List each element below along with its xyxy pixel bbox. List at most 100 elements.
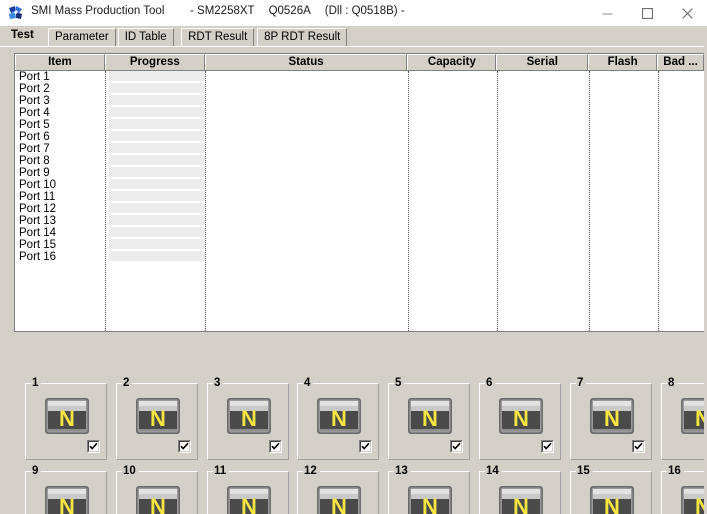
table-row[interactable]: Port 5 (15, 119, 704, 131)
table-row[interactable]: Port 11 (15, 191, 704, 203)
tab-label: Test (11, 29, 34, 41)
column-header-serial[interactable]: Serial (496, 54, 589, 70)
svg-text:N: N (150, 494, 166, 514)
row-item-label: Port 12 (19, 203, 57, 215)
device-panel[interactable]: 16 N (661, 465, 707, 514)
table-row[interactable]: Port 13 (15, 215, 704, 227)
table-row[interactable]: Port 9 (15, 167, 704, 179)
device-panel[interactable]: 11 N (207, 465, 289, 514)
column-header-bad[interactable]: Bad ... (657, 54, 704, 70)
column-header-item[interactable]: Item (15, 54, 105, 70)
row-progress-bar (109, 239, 205, 250)
device-panel-grid: 1 N 2 N 3 N 4 N 5 N 6 N 7 N 8 N 9 N 10 N 11 N 12 N 13 N 14 N 15 N 16 N (0, 336, 707, 514)
device-enable-checkbox[interactable] (450, 440, 463, 453)
tab-8p-rdt-result[interactable]: 8P RDT Result (257, 28, 348, 46)
tab-id-table[interactable]: ID Table (117, 28, 174, 46)
table-row[interactable]: Port 4 (15, 107, 704, 119)
svg-text:N: N (422, 406, 438, 431)
device-number-label: 14 (485, 465, 502, 477)
row-item-label: Port 15 (19, 239, 57, 251)
device-panel[interactable]: 3N (207, 377, 289, 460)
usb-drive-n-icon: N (44, 397, 90, 435)
subtitle-part-version: Q0526A (268, 5, 311, 17)
row-progress-bar (109, 251, 205, 262)
device-panel[interactable]: 6N (479, 377, 561, 460)
device-number-label: 12 (303, 465, 320, 477)
device-panel[interactable]: 5N (388, 377, 470, 460)
column-header-flash[interactable]: Flash (588, 54, 658, 70)
column-header-label: Serial (526, 56, 558, 68)
column-header-capacity[interactable]: Capacity (407, 54, 497, 70)
device-panel[interactable]: 10 N (116, 465, 198, 514)
device-panel[interactable]: 9N (25, 465, 107, 514)
device-panel[interactable]: 13 N (388, 465, 470, 514)
subtitle-part-dll: (Dll : Q0518B) - (324, 5, 405, 17)
row-item-label: Port 2 (19, 83, 50, 95)
table-row[interactable]: Port 3 (15, 95, 704, 107)
table-row[interactable]: Port 14 (15, 227, 704, 239)
row-item-label: Port 3 (19, 95, 50, 107)
row-progress-bar (109, 143, 205, 154)
maximize-button[interactable] (627, 0, 667, 26)
device-panel[interactable]: 12 N (297, 465, 379, 514)
port-list-view[interactable]: Item Progress Status Capacity Serial Flash Bad… (14, 53, 704, 332)
device-panel[interactable]: 1N (25, 377, 107, 460)
usb-drive-n-icon: N (589, 485, 635, 514)
usb-drive-n-icon: N (589, 397, 635, 435)
row-progress-bar (109, 83, 205, 94)
usb-drive-n-icon: N (680, 397, 707, 435)
device-number-label: 16 (667, 465, 684, 477)
table-row[interactable]: Port 6 (15, 131, 704, 143)
usb-drive-n-icon: N (407, 397, 453, 435)
column-header-progress[interactable]: Progress (104, 54, 205, 70)
tab-test[interactable]: Test (4, 26, 43, 46)
row-item-label: Port 11 (19, 191, 56, 203)
subtitle-part-chip: - SM2258XT (190, 5, 255, 17)
table-row[interactable]: Port 1 (15, 71, 704, 83)
minimize-icon (602, 8, 613, 19)
minimize-button[interactable] (587, 0, 627, 26)
device-enable-checkbox[interactable] (269, 440, 282, 453)
app-logo-icon (8, 5, 24, 21)
row-progress-bar (109, 167, 205, 178)
table-row[interactable]: Port 7 (15, 143, 704, 155)
row-item-label: Port 9 (19, 167, 50, 179)
svg-text:N: N (59, 494, 75, 514)
svg-text:N: N (150, 406, 166, 431)
device-enable-checkbox[interactable] (359, 440, 372, 453)
device-panel[interactable]: 14 N (479, 465, 561, 514)
device-panel[interactable]: 4N (297, 377, 379, 460)
close-icon (681, 7, 693, 19)
column-header-status[interactable]: Status (204, 54, 408, 70)
device-panel[interactable]: 15 N (570, 465, 652, 514)
device-enable-checkbox[interactable] (632, 440, 645, 453)
row-progress-bar (109, 119, 205, 130)
row-progress-bar (109, 71, 205, 82)
device-enable-checkbox[interactable] (178, 440, 191, 453)
table-row[interactable]: Port 2 (15, 83, 704, 95)
usb-drive-n-icon: N (680, 485, 707, 514)
row-item-label: Port 7 (19, 143, 50, 155)
device-number-label: 3 (213, 377, 224, 389)
table-row[interactable]: Port 12 (15, 203, 704, 215)
row-item-label: Port 16 (19, 251, 57, 263)
column-header-label: Capacity (427, 56, 476, 68)
row-item-label: Port 1 (19, 71, 50, 83)
table-row[interactable]: Port 15 (15, 239, 704, 251)
window-title: SMI Mass Production Tool (31, 5, 165, 17)
tab-rdt-result[interactable]: RDT Result (181, 28, 255, 46)
usb-drive-n-icon: N (226, 485, 272, 514)
svg-text:N: N (241, 406, 257, 431)
device-panel[interactable]: 2N (116, 377, 198, 460)
device-enable-checkbox[interactable] (541, 440, 554, 453)
column-header-label: Status (288, 56, 324, 68)
tab-parameter[interactable]: Parameter (48, 28, 116, 46)
device-number-label: 6 (485, 377, 496, 389)
close-button[interactable] (667, 0, 707, 26)
device-panel[interactable]: 7N (570, 377, 652, 460)
device-enable-checkbox[interactable] (87, 440, 100, 453)
table-row[interactable]: Port 10 (15, 179, 704, 191)
table-row[interactable]: Port 8 (15, 155, 704, 167)
table-row[interactable]: Port 16 (15, 251, 704, 263)
device-panel[interactable]: 8N (661, 377, 707, 460)
